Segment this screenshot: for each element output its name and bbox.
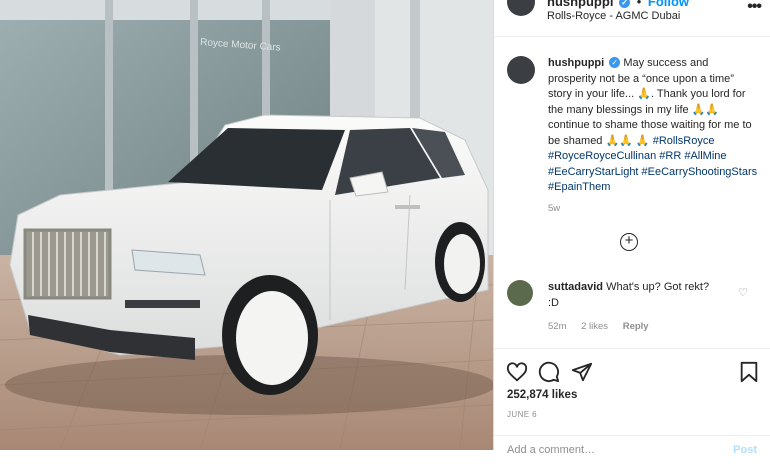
post-location[interactable]: Rolls-Royce - AGMC Dubai [547, 10, 680, 22]
comment-likes[interactable]: 2 likes [581, 321, 608, 332]
verified-badge-icon: ✓ [619, 0, 631, 8]
add-comment-row: Add a comment… Post [494, 435, 770, 466]
post-photo[interactable]: Royce Motor Cars [0, 0, 493, 450]
comment-like-icon[interactable]: ♡ [738, 286, 748, 299]
like-heart-icon[interactable] [506, 361, 528, 383]
caption-username[interactable]: hushpuppi [548, 57, 604, 69]
share-paper-plane-icon[interactable] [571, 361, 593, 383]
commenter-avatar[interactable] [507, 280, 533, 306]
author-avatar[interactable] [507, 0, 535, 16]
commenter-username[interactable]: suttadavid [548, 281, 603, 293]
caption-text-block: hushpuppi ✓ May success and prosperity n… [548, 56, 758, 196]
post-date: JUNE 6 [507, 410, 537, 419]
more-options-icon[interactable]: ••• [747, 0, 762, 16]
author-username[interactable]: hushpuppi [547, 0, 613, 9]
comment-text-block: suttadavid What's up? Got rekt? :D [548, 280, 723, 311]
caption-avatar[interactable] [507, 56, 535, 84]
post-actions: 252,874 likes JUNE 6 Add a comment… Post [494, 348, 770, 459]
reply-button[interactable]: Reply [623, 321, 649, 332]
car-photo-illustration: Royce Motor Cars [0, 0, 493, 450]
separator-dot: • [636, 0, 642, 9]
add-comment-input[interactable]: Add a comment… [507, 444, 595, 456]
post-comment-button[interactable]: Post [733, 444, 757, 456]
post-header: hushpuppi ✓ • Follow Rolls-Royce - AGMC … [494, 0, 770, 37]
post-side-panel: hushpuppi ✓ • Follow Rolls-Royce - AGMC … [493, 0, 770, 456]
verified-badge-icon: ✓ [609, 57, 621, 68]
load-more-comments-icon[interactable]: + [620, 233, 638, 251]
author-line: hushpuppi ✓ • Follow [547, 0, 689, 9]
save-bookmark-icon[interactable] [738, 361, 760, 383]
likes-count[interactable]: 252,874 likes [507, 389, 577, 401]
caption-text: May success and prosperity not be a “onc… [548, 57, 752, 147]
comment-time: 52m [548, 321, 567, 332]
comment-meta: 52m 2 likes Reply [548, 321, 661, 332]
follow-button[interactable]: Follow [648, 0, 689, 9]
comment-bubble-icon[interactable] [538, 361, 560, 383]
caption-time: 5w [548, 203, 561, 214]
